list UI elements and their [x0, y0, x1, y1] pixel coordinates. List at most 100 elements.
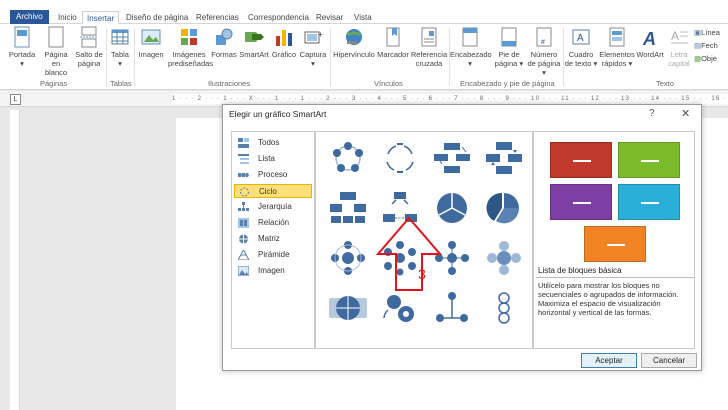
annotation-arrow: [375, 216, 443, 291]
numero-pagina-button[interactable]: # Número de página ▾: [526, 26, 562, 77]
blank-page-icon: [48, 26, 64, 48]
category-piramide[interactable]: Pirámide: [234, 248, 312, 262]
page-number-icon: #: [536, 27, 552, 47]
category-todos[interactable]: Todos: [234, 136, 312, 150]
group-label-tablas: Tablas: [110, 79, 132, 88]
shapes-icon: [216, 28, 233, 45]
layout-thumbnail[interactable]: [328, 190, 368, 226]
group-label-encabezado-pie: Encabezado y pie de página: [460, 79, 555, 88]
preview-block: [618, 184, 680, 220]
preview-block-dash: [573, 160, 591, 162]
captura-label: Captura: [299, 50, 327, 59]
portada-button[interactable]: Portada ▾: [8, 26, 36, 68]
referencia-label-2: cruzada: [415, 59, 443, 68]
accept-button[interactable]: Aceptar: [581, 353, 637, 368]
pie-pagina-button[interactable]: Pie de página ▾: [490, 26, 528, 68]
imagen-label: Imagen: [138, 50, 164, 59]
tab-correspondencia[interactable]: Correspondencia: [244, 11, 313, 24]
tab-archivo[interactable]: Archivo: [10, 10, 49, 24]
marcador-label: Marcador: [377, 50, 409, 59]
preview-pane: Lista de bloques básica Utilícelo para m…: [533, 131, 695, 349]
tab-diseno-pagina[interactable]: Diseño de página: [122, 11, 192, 24]
category-matriz[interactable]: Matriz: [234, 232, 312, 246]
category-label: Todos: [258, 138, 280, 147]
category-label: Relación: [258, 218, 290, 227]
matrix-icon: [239, 234, 248, 244]
process-icon: [238, 173, 249, 177]
hipervinculo-button[interactable]: Hipervínculo: [332, 26, 376, 59]
elementos-rapidos-button[interactable]: Elementos rápidos ▾: [598, 26, 636, 68]
category-ciclo[interactable]: Ciclo: [234, 184, 312, 198]
category-label: Ciclo: [259, 187, 277, 196]
chart-icon: [276, 30, 292, 46]
layout-thumbnail[interactable]: [380, 290, 420, 326]
letra-capital-button[interactable]: A Letra capital: [664, 26, 694, 68]
numero-label-1: Número: [530, 50, 558, 59]
layout-thumbnail[interactable]: [484, 140, 524, 176]
preview-block: [584, 226, 646, 262]
objeto-button[interactable]: ▦Obje: [694, 54, 728, 63]
captura-button[interactable]: + Captura ▾: [298, 26, 328, 68]
cancel-button[interactable]: Cancelar: [641, 353, 697, 368]
picture-icon: [238, 266, 249, 276]
fecha-button[interactable]: ▤Fech: [694, 41, 728, 50]
tab-selector[interactable]: L: [10, 94, 21, 105]
layout-thumbnail[interactable]: [484, 240, 524, 276]
tab-vista[interactable]: Vista: [350, 11, 376, 24]
group-separator: [134, 28, 135, 86]
tab-referencias[interactable]: Referencias: [192, 11, 243, 24]
category-label: Jerarquía: [258, 202, 292, 211]
cuadro-label-2: de texto: [564, 59, 592, 68]
grafico-button[interactable]: Gráfico: [270, 26, 298, 59]
linea-button[interactable]: ▣Línea: [694, 28, 728, 37]
preview-block-dash: [607, 244, 625, 246]
salto-label-2: página: [77, 59, 101, 68]
layout-thumbnail[interactable]: [484, 190, 524, 226]
clip-art-icon: [181, 29, 197, 45]
imagenes-pred-label-1: Imágenes: [172, 50, 206, 59]
svg-text:A: A: [577, 33, 584, 44]
formas-button[interactable]: Formas: [210, 26, 238, 59]
hyperlink-icon: [346, 29, 362, 45]
imagenes-prediseñadas-button[interactable]: Imágenes prediseñadas: [168, 26, 213, 68]
tab-revisar[interactable]: Revisar: [312, 11, 347, 24]
relationship-icon: [238, 218, 249, 228]
smartart-button[interactable]: SmartArt: [238, 26, 270, 59]
category-proceso[interactable]: Proceso: [234, 168, 312, 182]
pagina-blanco-button[interactable]: Página en blanco: [40, 26, 72, 77]
category-imagen[interactable]: Imagen: [234, 264, 312, 278]
layout-thumbnail[interactable]: [484, 290, 524, 326]
layout-thumbnail[interactable]: [328, 240, 368, 276]
bookmark-icon: [386, 27, 400, 47]
layout-thumbnail[interactable]: [328, 290, 368, 326]
category-relacion[interactable]: Relación: [234, 216, 312, 230]
help-button[interactable]: ?: [649, 108, 655, 119]
tabla-button[interactable]: Tabla ▾: [108, 26, 132, 68]
layout-thumbnail[interactable]: [328, 140, 368, 176]
category-lista[interactable]: Lista: [234, 152, 312, 166]
tab-inicio[interactable]: Inicio: [54, 11, 81, 24]
elementos-label-2: rápidos: [601, 59, 627, 68]
preview-block: [550, 184, 612, 220]
imagen-button[interactable]: Imagen: [136, 26, 166, 59]
close-button[interactable]: ✕: [681, 107, 690, 120]
category-list: Todos Lista Proceso Ciclo Jerarquía Rela…: [231, 131, 315, 349]
cuadro-texto-button[interactable]: A Cuadro de texto ▾: [564, 26, 598, 68]
numero-label-2: de página: [527, 59, 561, 68]
layout-thumbnail[interactable]: [432, 140, 472, 176]
layout-thumbnail[interactable]: [432, 290, 472, 326]
annotation-number: 3: [418, 266, 426, 282]
wordart-button[interactable]: A WordArt: [634, 26, 666, 59]
category-jerarquia[interactable]: Jerarquía: [234, 200, 312, 214]
encabezado-button[interactable]: Encabezado ▾: [450, 26, 492, 68]
referencia-cruzada-button[interactable]: Referencia cruzada: [410, 26, 448, 68]
pie-label-1: Pie de: [498, 50, 520, 59]
salto-pagina-button[interactable]: Salto de página: [74, 26, 104, 68]
pagina-blanco-label-2: en blanco: [44, 59, 68, 77]
tab-insertar[interactable]: Insertar: [82, 11, 120, 24]
preview-block-dash: [573, 202, 591, 204]
marcador-button[interactable]: Marcador: [376, 26, 410, 59]
preview-divider: [536, 277, 694, 278]
picture-icon: [141, 29, 161, 45]
layout-thumbnail[interactable]: [380, 140, 420, 176]
